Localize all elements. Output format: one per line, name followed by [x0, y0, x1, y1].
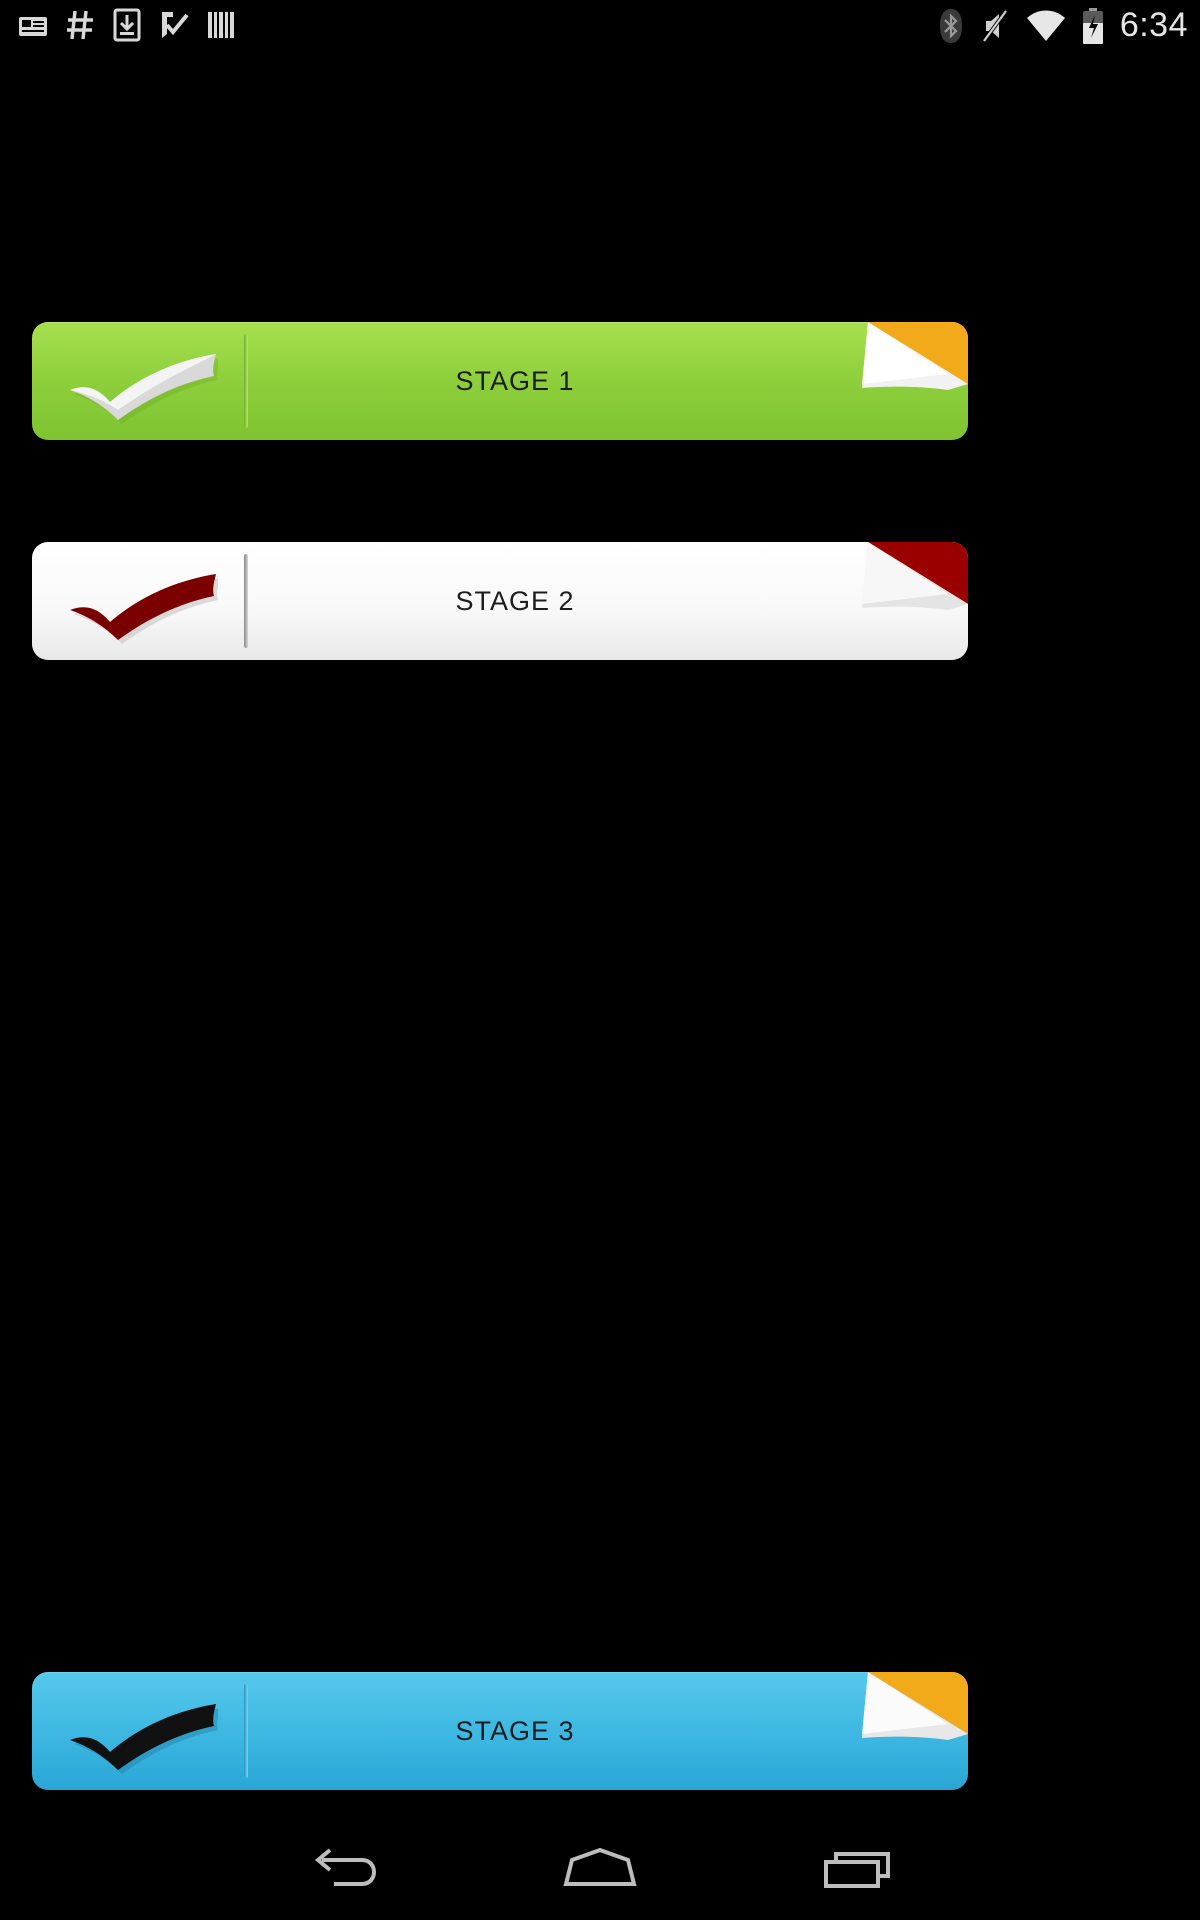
status-bar: 6:34	[0, 0, 1200, 52]
bluetooth-icon	[939, 8, 962, 43]
download-icon	[113, 8, 141, 42]
recents-icon[interactable]	[822, 1846, 894, 1892]
task-check-icon	[162, 12, 189, 38]
page-curl-icon	[862, 322, 968, 390]
barcode-icon	[208, 12, 234, 38]
page-curl-icon	[862, 542, 968, 610]
stage-3-button[interactable]: STAGE 3	[32, 1672, 968, 1790]
battery-icon	[1082, 7, 1103, 44]
hashtag-icon	[67, 10, 93, 40]
stage-1-button[interactable]: STAGE 1	[32, 322, 968, 440]
status-clock: 6:34	[1119, 6, 1188, 44]
notification-icons	[18, 8, 236, 42]
back-icon[interactable]	[308, 1846, 380, 1892]
news-icon	[19, 17, 47, 36]
page-curl-icon	[862, 1672, 968, 1740]
home-icon[interactable]	[562, 1846, 638, 1892]
stage-3-label: STAGE 3	[455, 1715, 575, 1746]
mute-icon	[982, 9, 1008, 42]
stage-2-label: STAGE 2	[455, 585, 575, 616]
stage-2-button[interactable]: STAGE 2	[32, 542, 968, 660]
system-icons: 6:34	[938, 6, 1188, 45]
wifi-icon	[1026, 10, 1065, 41]
navigation-bar	[0, 1830, 1200, 1920]
stage-1-label: STAGE 1	[455, 365, 575, 396]
